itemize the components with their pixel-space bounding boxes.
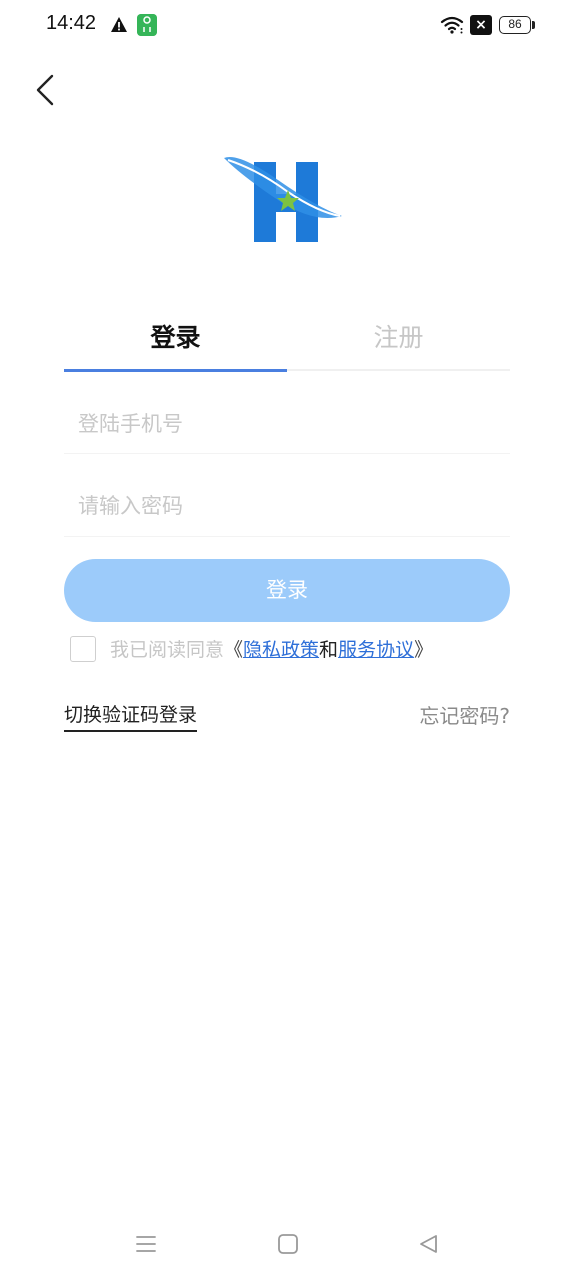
login-screen: 14:42 × 86 登录 注册 登陆手机号 登录 我已阅读同意《隐私政策和服务… bbox=[0, 0, 572, 1280]
agreement-and: 和 bbox=[319, 639, 339, 661]
login-button[interactable]: 登录 bbox=[64, 559, 510, 622]
warning-icon bbox=[111, 17, 127, 32]
switch-sms-login-link[interactable]: 切换验证码登录 bbox=[64, 700, 198, 732]
wifi-icon bbox=[440, 16, 464, 34]
password-divider bbox=[64, 536, 510, 537]
agreement-prefix: 我已阅读同意 bbox=[110, 639, 225, 661]
nav-back-icon[interactable] bbox=[416, 1232, 440, 1256]
privacy-policy-link[interactable]: 隐私政策 bbox=[243, 639, 319, 661]
system-nav-bar bbox=[0, 1210, 572, 1280]
phone-divider bbox=[64, 453, 510, 454]
battery-icon: 86 bbox=[499, 16, 531, 34]
tab-register[interactable]: 注册 bbox=[287, 318, 510, 358]
agreement-checkbox[interactable] bbox=[70, 636, 96, 662]
tab-login[interactable]: 登录 bbox=[64, 318, 287, 358]
menu-icon[interactable] bbox=[134, 1232, 158, 1256]
status-bar: 14:42 × 86 bbox=[0, 0, 572, 52]
agreement-open-bracket: 《 bbox=[224, 639, 244, 661]
agreement-text: 我已阅读同意《隐私政策和服务协议》 bbox=[110, 636, 433, 664]
back-button[interactable] bbox=[26, 66, 66, 114]
home-icon[interactable] bbox=[276, 1232, 300, 1256]
no-sim-icon: × bbox=[470, 15, 492, 35]
forgot-password-link[interactable]: 忘记密码? bbox=[419, 700, 510, 729]
agreement-close-bracket: 》 bbox=[414, 639, 434, 661]
app-logo bbox=[224, 156, 342, 242]
tab-active-indicator bbox=[64, 369, 287, 372]
battery-tip bbox=[532, 21, 535, 29]
service-agreement-link[interactable]: 服务协议 bbox=[338, 639, 414, 661]
phone-input[interactable] bbox=[64, 394, 510, 454]
status-time: 14:42 bbox=[46, 12, 97, 34]
app-notification-icon bbox=[137, 14, 157, 36]
password-input[interactable] bbox=[64, 476, 510, 536]
